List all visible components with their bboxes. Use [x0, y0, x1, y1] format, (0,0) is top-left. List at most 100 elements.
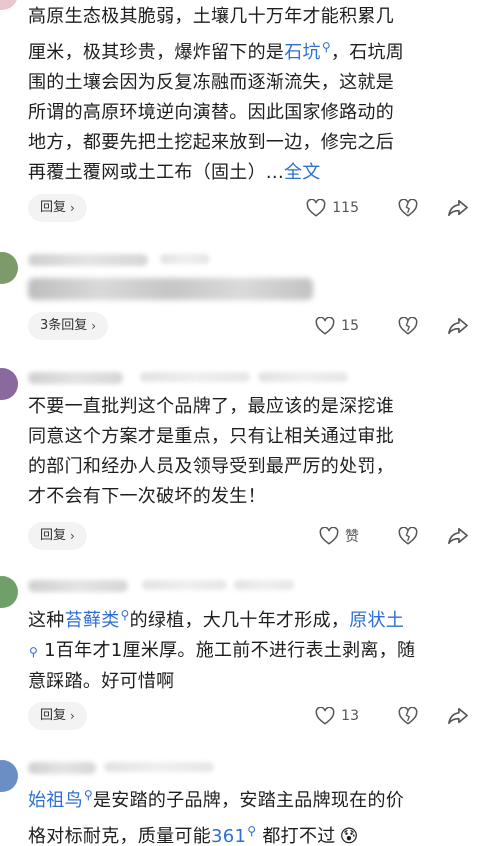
dislike-button[interactable] [395, 703, 421, 729]
comment-line: 的部门和经办人员及领导受到最严厉的处罚， [28, 456, 394, 477]
share-button[interactable] [445, 313, 471, 339]
search-icon: ⚲ [29, 645, 39, 659]
comment-line: 才不会有下一次破坏的发生！ [28, 486, 266, 507]
comment-line: 地方，都要先把土挖起来放到一边，修完之后 [28, 132, 394, 153]
search-link-undisturbed-soil[interactable]: 原状土 [349, 610, 404, 631]
like-count: 15 [341, 318, 359, 334]
heart-outline-icon [315, 707, 335, 725]
comment-line: 再覆土覆网或土工布（固土）...全文 [28, 158, 478, 188]
comment-actions: 115 [306, 194, 471, 222]
reply-label: 回复 [40, 200, 67, 215]
search-icon: ⚲ [247, 824, 257, 838]
meta-blurred [104, 762, 214, 772]
meta-blurred [160, 254, 210, 264]
reply-label: 3条回复 [40, 318, 88, 333]
dislike-button[interactable] [395, 523, 421, 549]
comment-line: 围的土壤会因为反复冻融而逐渐流失，这就是 [28, 72, 394, 93]
comment-actions: 15 [315, 312, 471, 340]
comment-text-blurred [28, 278, 313, 300]
comment-text-span: 的绿植，大几十年才形成， [129, 610, 350, 631]
search-link-moss[interactable]: 苔藓类⚲ [65, 608, 130, 631]
search-link-archaeopteryx[interactable]: 始祖鸟⚲ [28, 788, 93, 811]
share-arrow-icon [447, 706, 469, 726]
broken-heart-icon [398, 707, 418, 725]
meta-blurred [258, 372, 348, 382]
link-text[interactable]: 石坑 [284, 42, 321, 63]
comment-text-span: 都打不过 [262, 826, 336, 846]
heart-outline-icon [315, 317, 335, 335]
meta-blurred [142, 580, 227, 590]
comment-text: 不要一直批判这个品牌了，最应该的是深挖谁 同意这个方案才是重点，只有让相关通过审… [28, 392, 478, 512]
comment-text-span: 是安踏的子品牌，安踏主品牌现在的价 [93, 790, 405, 811]
chevron-right-icon: › [70, 709, 75, 723]
share-button[interactable] [445, 195, 471, 221]
avatar[interactable] [0, 576, 18, 608]
broken-heart-icon [398, 317, 418, 335]
reply-button[interactable]: 3条回复 › [28, 312, 109, 340]
comment-text: 始祖鸟⚲是安踏的子品牌，安踏主品牌现在的价 格对标耐克，质量可能361⚲ 都打不过… [28, 780, 478, 846]
username-blurred [28, 372, 123, 384]
chevron-right-icon: › [70, 529, 75, 543]
comment-line: 高原生态极其脆弱，土壤几十万年才能积累几 [28, 6, 394, 27]
share-arrow-icon [447, 198, 469, 218]
comment-line: 同意这个方案才是重点，只有让相关通过审批 [28, 426, 394, 447]
comment-text-span: 格对标耐克，质量可能 [28, 826, 211, 846]
share-arrow-icon [447, 526, 469, 546]
dislike-button[interactable] [395, 195, 421, 221]
chevron-right-icon: › [91, 319, 97, 333]
avatar[interactable] [0, 0, 18, 10]
heart-outline-icon [306, 199, 326, 217]
search-link-stone-pit[interactable]: 石坑⚲ [284, 40, 331, 63]
like-button[interactable]: 115 [306, 199, 359, 217]
link-text[interactable]: 361 [211, 826, 246, 846]
comment-line: 格对标耐克，质量可能361⚲ 都打不过 😰 [28, 816, 478, 846]
comment-text-span: ，石坑周 [330, 42, 405, 63]
search-icon: ⚲ [83, 788, 93, 802]
comment-line: 厘米，极其珍贵，爆炸留下的是石坑⚲，石坑周 [28, 32, 478, 68]
search-icon: ⚲ [120, 608, 130, 622]
avatar[interactable] [0, 368, 18, 400]
comment-line: 不要一直批判这个品牌了，最应该的是深挖谁 [28, 396, 394, 417]
like-count: 115 [332, 200, 359, 216]
reply-button[interactable]: 回复 › [28, 702, 87, 730]
chevron-right-icon: › [70, 201, 75, 215]
like-count: 赞 [345, 529, 359, 545]
like-count: 13 [341, 708, 359, 724]
full-text-link[interactable]: 全文 [284, 162, 321, 183]
comment-line: 始祖鸟⚲是安踏的子品牌，安踏主品牌现在的价 [28, 780, 478, 816]
share-button[interactable] [445, 703, 471, 729]
comment-actions: 13 [315, 702, 471, 730]
meta-blurred [140, 372, 250, 382]
like-button[interactable]: 13 [315, 707, 359, 725]
reply-label: 回复 [40, 708, 67, 723]
username-blurred [28, 762, 96, 774]
comment-line: 意踩踏。好可惜啊 [28, 671, 175, 692]
broken-heart-icon [398, 199, 418, 217]
reply-label: 回复 [40, 528, 67, 543]
like-button[interactable]: 15 [315, 317, 359, 335]
comment-line: ⚲ 1百年才1厘米厚。施工前不进行表土剥离，随 [28, 636, 478, 667]
search-icon: ⚲ [321, 40, 331, 54]
avatar[interactable] [0, 252, 18, 284]
comment-text-span: 再覆土覆网或土工布（固土）... [28, 162, 284, 183]
comment-text: 高原生态极其脆弱，土壤几十万年才能积累几 厘米，极其珍贵，爆炸留下的是石坑⚲，石… [28, 2, 478, 188]
dislike-button[interactable] [395, 313, 421, 339]
comment-line: 这种苔藓类⚲的绿植，大几十年才形成，原状土 [28, 600, 478, 636]
link-text[interactable]: 始祖鸟 [28, 790, 83, 811]
like-button[interactable]: 赞 [319, 526, 359, 546]
anxious-sweat-emoji: 😰 [339, 826, 359, 846]
username-blurred [28, 254, 148, 266]
comment-text-span: 这种 [28, 610, 65, 631]
comment-text-span: 厘米，极其珍贵，爆炸留下的是 [28, 42, 285, 63]
username-blurred [28, 580, 128, 592]
reply-button[interactable]: 回复 › [28, 194, 87, 222]
share-arrow-icon [447, 316, 469, 336]
avatar[interactable] [0, 760, 18, 792]
link-text[interactable]: 苔藓类 [65, 610, 120, 631]
search-link-361[interactable]: 361⚲ [211, 824, 257, 846]
reply-button[interactable]: 回复 › [28, 522, 87, 550]
share-button[interactable] [445, 523, 471, 549]
broken-heart-icon [398, 527, 418, 545]
comment-text-span: 1百年才1厘米厚。施工前不进行表土剥离，随 [44, 640, 416, 661]
comment-line: 所谓的高原环境逆向演替。因此国家修路动的 [28, 102, 394, 123]
